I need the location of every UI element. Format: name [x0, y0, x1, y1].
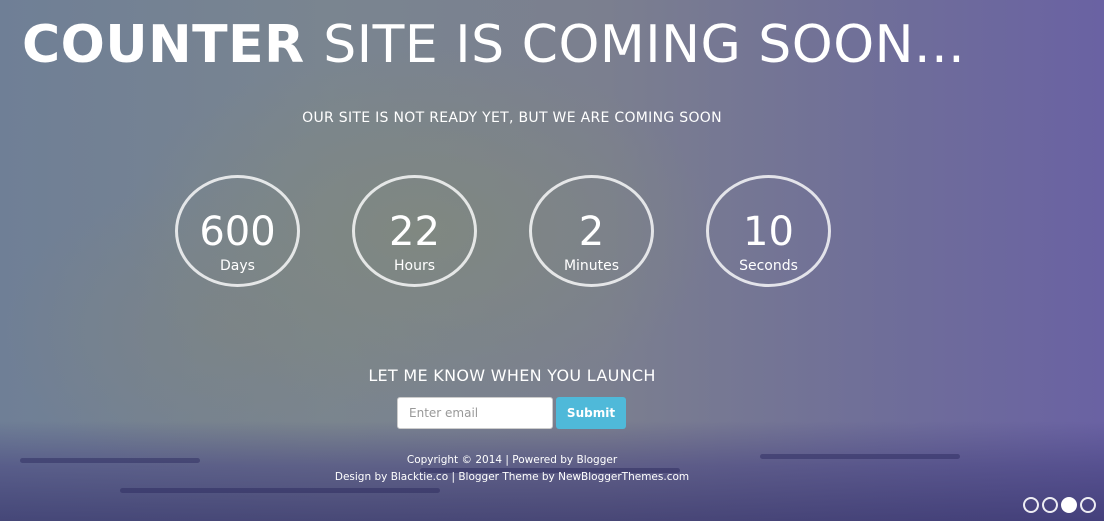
countdown-seconds-value: 10: [743, 209, 794, 255]
countdown-minutes-value: 2: [578, 209, 605, 255]
countdown-minutes-label: Minutes: [563, 258, 620, 274]
footer: Copyright © 2014 | Powered by Blogger De…: [0, 452, 1024, 486]
countdown-hours-value: 22: [389, 209, 440, 255]
footer-design-label: Design by: [334, 471, 388, 483]
countdown-timer: 600 Days 22 Hours 2 Minutes 10 Seconds: [175, 175, 831, 287]
footer-copyright-line: Copyright © 2014 | Powered by Blogger: [0, 452, 1024, 469]
slide-pagination: [1023, 497, 1096, 513]
page-title: COUNTER SITE IS COMING SOON...: [22, 10, 965, 80]
submit-button[interactable]: Submit: [556, 397, 626, 429]
page-subtitle: OUR SITE IS NOT READY YET, BUT WE ARE CO…: [302, 110, 722, 126]
countdown-hours-label: Hours: [393, 258, 435, 274]
countdown-seconds-label: Seconds: [739, 258, 798, 274]
blacktie-link[interactable]: Blacktie.co: [391, 471, 448, 483]
countdown-days-label: Days: [220, 258, 255, 274]
footer-theme-label: | Blogger Theme by: [451, 471, 555, 483]
slide-dot-2[interactable]: [1042, 497, 1058, 513]
background-streak: [120, 488, 440, 493]
countdown-seconds: 10 Seconds: [706, 175, 831, 287]
signup-title: LET ME KNOW WHEN YOU LAUNCH: [368, 366, 656, 385]
blogger-link[interactable]: Blogger: [576, 454, 617, 466]
countdown-hours: 22 Hours: [352, 175, 477, 287]
countdown-days-value: 600: [199, 209, 276, 255]
slide-dot-1[interactable]: [1023, 497, 1039, 513]
footer-credits-line: Design by Blacktie.co | Blogger Theme by…: [0, 469, 1024, 486]
page-title-bold: COUNTER: [22, 15, 305, 75]
signup-form: Submit: [397, 397, 626, 429]
countdown-days: 600 Days: [175, 175, 300, 287]
newbloggerthemes-link[interactable]: NewBloggerThemes.com: [558, 471, 689, 483]
page-title-rest: SITE IS COMING SOON...: [323, 15, 966, 75]
countdown-minutes: 2 Minutes: [529, 175, 654, 287]
slide-dot-3[interactable]: [1061, 497, 1077, 513]
footer-copyright: Copyright © 2014 | Powered by: [406, 454, 574, 466]
slide-dot-4[interactable]: [1080, 497, 1096, 513]
email-input[interactable]: [397, 397, 553, 429]
